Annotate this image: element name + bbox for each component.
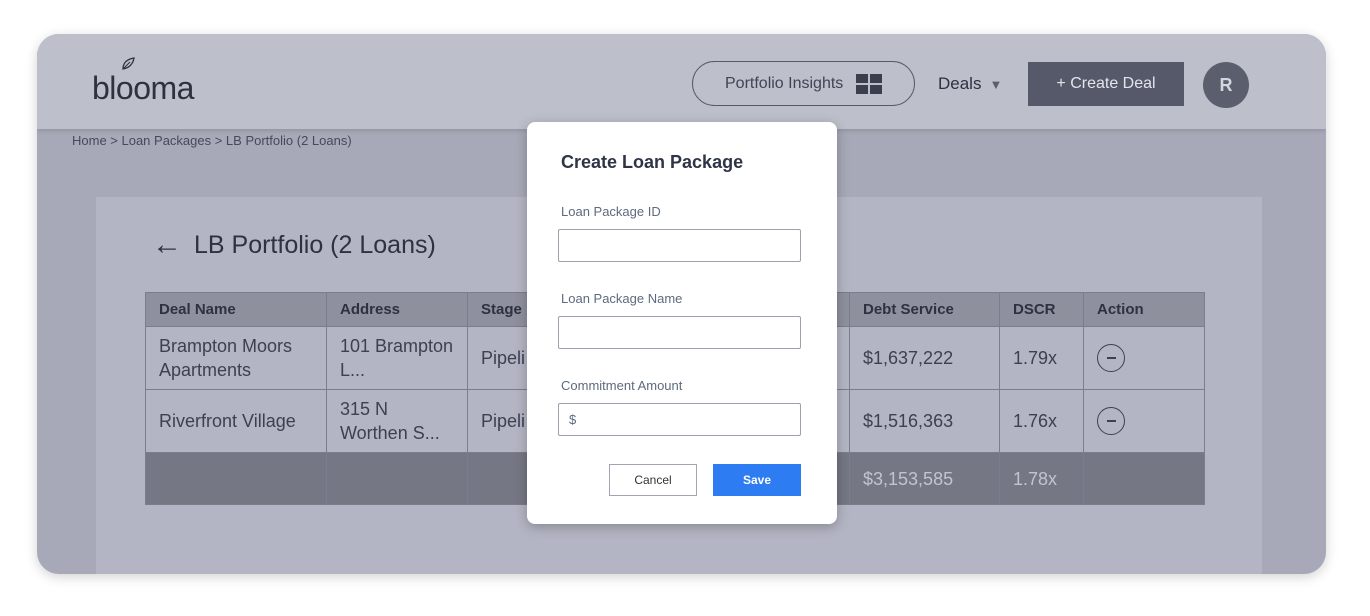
commitment-amount-input[interactable] [558, 403, 801, 436]
create-deal-button[interactable]: + Create Deal [1028, 62, 1184, 106]
portfolio-insights-label: Portfolio Insights [725, 74, 844, 92]
save-button[interactable]: Save [713, 464, 801, 496]
caret-down-icon: ▼ [989, 76, 1003, 92]
dscr-cell: 1.76x [999, 389, 1084, 453]
back-arrow-icon[interactable]: ← [152, 230, 182, 260]
modal-title: Create Loan Package [561, 152, 744, 172]
dashboard-grid-icon [856, 73, 883, 94]
column-header-action: Action [1083, 292, 1205, 327]
column-header-debt-service[interactable]: Debt Service [849, 292, 1000, 327]
address-cell: 315 N Worthen S... [326, 389, 468, 453]
loan-package-name-label: Loan Package Name [561, 291, 683, 306]
cancel-button[interactable]: Cancel [609, 464, 697, 496]
column-header-dscr[interactable]: DSCR [999, 292, 1084, 327]
action-cell [1083, 326, 1205, 390]
user-avatar[interactable]: R [1203, 62, 1249, 108]
total-empty-cell [326, 452, 468, 505]
page-title: ← LB Portfolio (2 Loans) [152, 230, 436, 260]
portfolio-insights-button[interactable]: Portfolio Insights [692, 61, 915, 106]
blooma-logo[interactable]: blooma [92, 70, 194, 107]
total-empty-cell [1083, 452, 1205, 505]
loan-package-id-label: Loan Package ID [561, 204, 661, 219]
debt-service-cell: $1,637,222 [849, 326, 1000, 390]
deals-dropdown[interactable]: Deals ▼ [938, 74, 1002, 94]
total-empty-cell [145, 452, 327, 505]
deals-label: Deals [938, 74, 982, 93]
breadcrumb[interactable]: Home > Loan Packages > LB Portfolio (2 L… [72, 133, 352, 148]
dscr-cell: 1.79x [999, 326, 1084, 390]
loan-package-id-input[interactable] [558, 229, 801, 262]
column-header-deal-name[interactable]: Deal Name [145, 292, 327, 327]
debt-service-cell: $1,516,363 [849, 389, 1000, 453]
create-loan-package-modal: Create Loan Package Loan Package ID Loan… [527, 122, 837, 524]
top-bar: blooma Portfolio Insights Deals ▼ + Crea… [37, 34, 1326, 129]
commitment-amount-label: Commitment Amount [561, 378, 683, 393]
remove-circle-icon[interactable] [1097, 407, 1125, 435]
deal-name-cell[interactable]: Riverfront Village [145, 389, 327, 453]
deal-name-cell[interactable]: Brampton Moors Apartments [145, 326, 327, 390]
action-cell [1083, 389, 1205, 453]
loan-package-name-input[interactable] [558, 316, 801, 349]
address-cell: 101 Brampton L... [326, 326, 468, 390]
column-header-address[interactable]: Address [326, 292, 468, 327]
remove-circle-icon[interactable] [1097, 344, 1125, 372]
total-dscr-cell: 1.78x [999, 452, 1084, 505]
page-title-text: LB Portfolio (2 Loans) [194, 230, 436, 259]
total-debt-service-cell: $3,153,585 [849, 452, 1000, 505]
leaf-icon [122, 57, 135, 70]
